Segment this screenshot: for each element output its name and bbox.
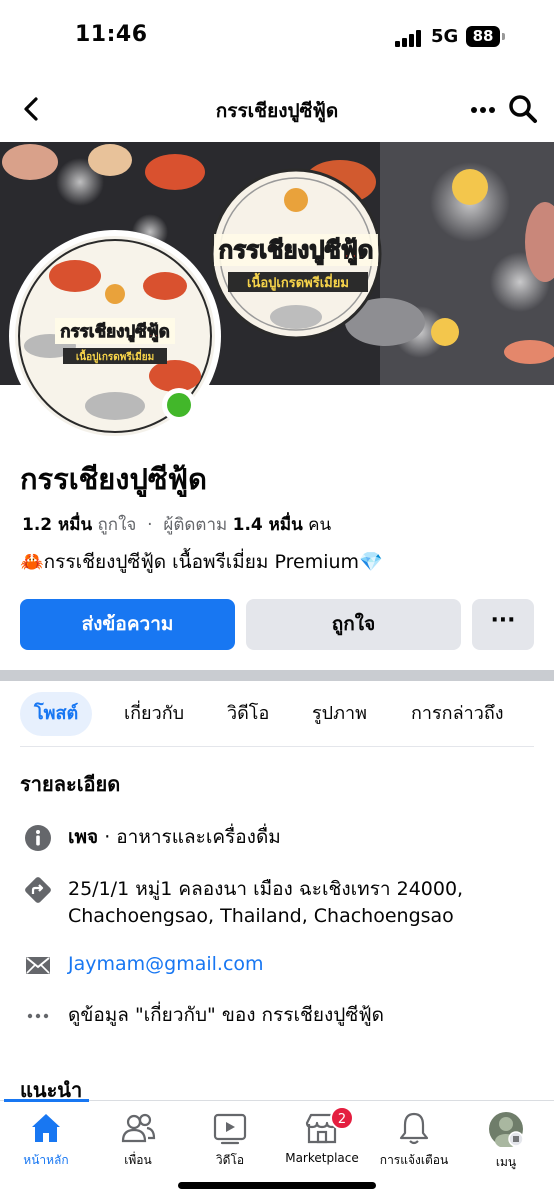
friends-icon <box>121 1113 156 1143</box>
about-link[interactable]: ดูข้อมูล "เกี่ยวกับ" ของ กรรเชียงปูซีฟู้… <box>68 1002 384 1029</box>
recommend-underline <box>4 1099 89 1102</box>
more-options-icon[interactable] <box>466 92 500 126</box>
stats-separator: · <box>147 515 153 535</box>
info-icon <box>24 824 52 852</box>
bottom-nav-video-label: วิดีโอ <box>215 1153 245 1167</box>
more-dots-icon <box>24 1002 52 1030</box>
tab-videos[interactable]: วิดีโอ <box>227 692 269 736</box>
top-nav: กรรเชียงปูซีฟู้ด <box>0 78 554 142</box>
bottom-nav-marketplace-label: Marketplace <box>285 1151 359 1165</box>
directions-icon <box>24 876 52 904</box>
page-tagline: 🦀กรรเชียงปูซีฟู้ด เนื้อพรีเมี่ยม Premium… <box>20 551 383 573</box>
home-indicator <box>178 1182 376 1189</box>
search-icon[interactable] <box>506 90 540 126</box>
details-title: รายละเอียด <box>20 772 121 796</box>
followers-unit: คน <box>308 515 332 535</box>
bottom-nav-friends[interactable]: เพื่อน <box>92 1111 184 1170</box>
likes-count: 1.2 หมื่น <box>22 515 93 535</box>
category-prefix: เพจ <box>68 826 99 848</box>
bottom-nav-menu[interactable]: เมนู <box>460 1111 552 1172</box>
mail-icon <box>24 951 52 979</box>
signal-icon <box>395 29 425 47</box>
bottom-nav-menu-label: เมนู <box>495 1155 517 1169</box>
address-line-2: Chachoengsao, Thailand, Chachoengsao <box>68 905 454 927</box>
followers-count: 1.4 หมื่น <box>232 515 303 535</box>
page-stats: 1.2 หมื่น ถูกใจ · ผู้ติดตาม 1.4 หมื่น คน <box>22 511 331 538</box>
home-icon <box>32 1114 60 1142</box>
network-type: 5G <box>431 26 459 47</box>
address-line-1: 25/1/1 หมู่1 คลองนา เมือง ฉะเชิงเทรา 240… <box>68 878 464 900</box>
tab-about[interactable]: เกี่ยวกับ <box>124 692 184 736</box>
tab-posts[interactable]: โพสต์ <box>20 692 93 736</box>
section-divider <box>0 670 554 681</box>
likes-label: ถูกใจ <box>97 515 137 535</box>
bottom-nav-notifications-label: การแจ้งเตือน <box>379 1153 449 1167</box>
battery-tip <box>502 33 505 40</box>
send-message-button[interactable]: ส่งข้อความ <box>20 599 235 650</box>
avatar-logo-subtitle: เนื้อปูเกรดพรีเมี่ยม <box>76 349 154 364</box>
tab-mentions[interactable]: การกล่าวถึง <box>411 692 504 736</box>
video-icon <box>213 1113 247 1145</box>
more-actions-button[interactable]: ··· <box>472 599 534 650</box>
bell-icon <box>399 1112 429 1145</box>
bottom-nav-home[interactable]: หน้าหลัก <box>0 1111 92 1170</box>
followers-label: ผู้ติดตาม <box>163 515 228 535</box>
bottom-nav-friends-label: เพื่อน <box>124 1153 152 1167</box>
tab-photos[interactable]: รูปภาพ <box>312 692 367 736</box>
tab-divider <box>20 746 534 747</box>
bottom-nav-home-label: หน้าหลัก <box>23 1153 69 1167</box>
like-button[interactable]: ถูกใจ <box>246 599 461 650</box>
page-name: กรรเชียงปูซีฟู้ด <box>20 462 207 496</box>
status-time: 11:46 <box>75 22 148 47</box>
email-link[interactable]: Jaymam@gmail.com <box>68 951 264 978</box>
status-bar: 11:46 5G 88 <box>0 0 554 76</box>
profile-menu-icon <box>489 1112 524 1147</box>
bottom-nav-video[interactable]: วิดีโอ <box>184 1111 276 1170</box>
category-text: · อาหารและเครื่องดื่ม <box>98 826 281 848</box>
marketplace-badge: 2 <box>330 1106 354 1130</box>
bottom-nav-marketplace[interactable]: 2 Marketplace <box>276 1106 368 1165</box>
online-status-dot <box>162 388 196 422</box>
battery-icon: 88 <box>466 26 500 47</box>
avatar-logo-title: กรรเชียงปูซีฟู้ด <box>60 321 170 343</box>
cover-logo-title: กรรเชียงปูซีฟู้ด <box>219 236 374 265</box>
bottom-nav-notifications[interactable]: การแจ้งเตือน <box>368 1111 460 1170</box>
